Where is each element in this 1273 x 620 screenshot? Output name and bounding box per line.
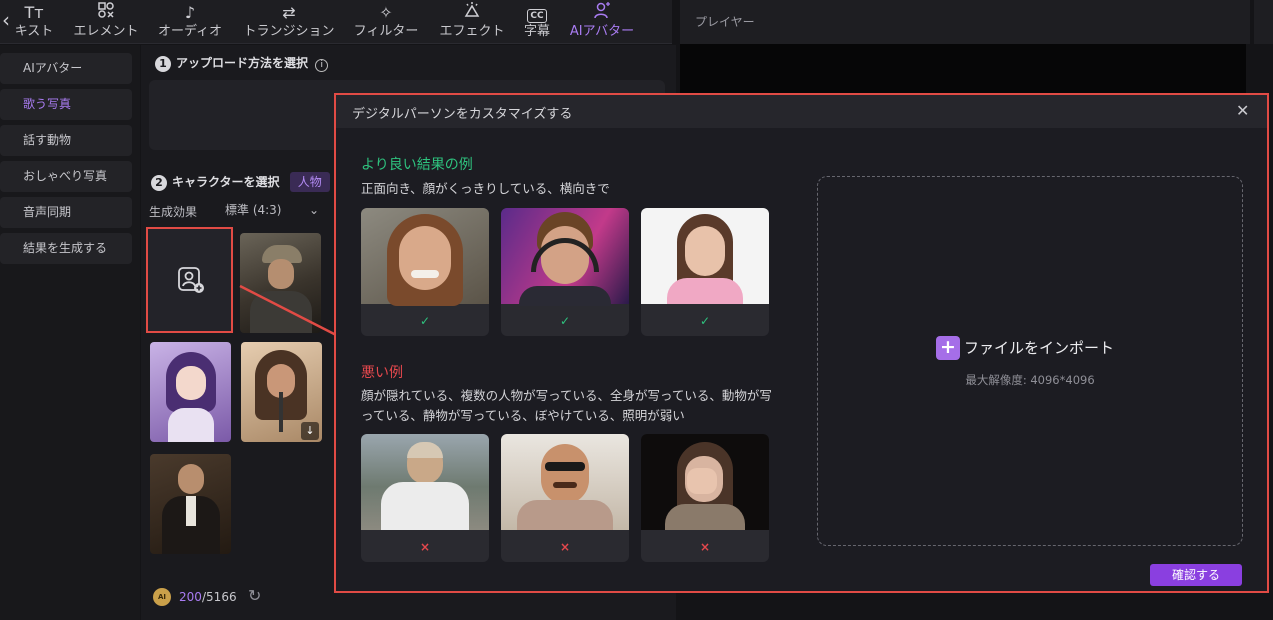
file-drop-zone[interactable]: + ファイルをインポート 最大解像度: 4096*4096	[817, 176, 1243, 546]
cross-icon: ×	[559, 540, 571, 554]
sidebar-item-generate-result[interactable]: 結果を生成する	[0, 233, 132, 264]
tab-text[interactable]: Tт キスト	[14, 0, 54, 44]
effect-select[interactable]: 標準 (4:3) ⌄	[215, 199, 327, 221]
add-portrait-icon	[176, 265, 206, 299]
bad-example-card: ×	[641, 434, 769, 562]
good-examples-desc: 正面向き、顔がくっきりしている、横向きで	[361, 181, 610, 196]
cross-icon: ×	[419, 540, 431, 554]
character-thumb[interactable]	[150, 342, 231, 442]
credit-badge-icon: AI	[153, 588, 171, 606]
player-header-edge	[1254, 0, 1273, 44]
character-thumb[interactable]: ↓	[241, 342, 322, 442]
check-icon: ✓	[699, 314, 711, 328]
example-photo	[641, 208, 769, 304]
transition-arrows-icon: ⇄	[282, 3, 296, 22]
credits-used: 200	[179, 590, 202, 604]
example-photo	[501, 434, 629, 530]
good-example-card: ✓	[641, 208, 769, 336]
credits-total: /5166	[202, 590, 237, 604]
cross-icon: ×	[699, 540, 711, 554]
tab-audio[interactable]: ♪ オーディオ	[155, 0, 225, 44]
sidebar-item-singing-photo[interactable]: 歌う写真	[0, 89, 132, 120]
bad-examples-title: 悪い例	[361, 365, 403, 381]
tab-effect[interactable]: エフェクト	[437, 0, 507, 44]
check-icon: ✓	[559, 314, 571, 328]
sidebar-item-ai-avatar[interactable]: AIアバター	[0, 53, 132, 84]
example-photo	[361, 434, 489, 530]
add-character-button[interactable]	[146, 227, 233, 333]
tab-elements[interactable]: エレメント	[72, 0, 140, 44]
cc-icon: CC	[521, 0, 553, 24]
bad-example-card: ×	[361, 434, 489, 562]
sidebar-item-chatty-photo[interactable]: おしゃべり写真	[0, 161, 132, 192]
good-examples-title: より良い結果の例	[361, 157, 473, 173]
tab-transition[interactable]: ⇄ トランジション	[242, 0, 336, 44]
import-file-button[interactable]: + ファイルをインポート	[936, 335, 1136, 361]
info-icon[interactable]: i	[315, 59, 329, 72]
sidebar-item-lip-sync[interactable]: 音声同期	[0, 197, 132, 228]
refresh-icon[interactable]: ↻	[248, 586, 261, 605]
tab-subtitle[interactable]: CC 字幕	[521, 0, 553, 44]
check-icon: ✓	[419, 314, 431, 328]
max-resolution-hint: 最大解像度: 4096*4096	[965, 373, 1095, 387]
player-header: プレイヤー	[680, 0, 1250, 44]
elements-icon	[72, 0, 140, 24]
step2-title: 2 キャラクターを選択 人物	[151, 172, 330, 192]
sidebar-item-talking-animal[interactable]: 話す動物	[0, 125, 132, 156]
music-note-icon: ♪	[184, 3, 196, 22]
feature-toolbar: ‹ Tт キスト エレメント ♪ オーディオ ⇄ トランジション ✧ フィルター…	[0, 0, 672, 44]
good-example-card: ✓	[361, 208, 489, 336]
tab-filter[interactable]: ✧ フィルター	[352, 0, 420, 44]
player-title: プレイヤー	[695, 15, 755, 29]
bad-examples-desc: 顔が隠れている、複数の人物が写っている、全身が写っている、動物が写っている、静物…	[361, 388, 772, 423]
customize-digital-person-dialog: デジタルパーソンをカスタマイズする ✕ より良い結果の例 正面向き、顔がくっきり…	[334, 93, 1269, 593]
tab-ai-avatar[interactable]: AIアバター	[567, 0, 637, 44]
avatar-icon	[567, 0, 637, 24]
text-icon: Tт	[24, 3, 44, 22]
sparkle-icon: ✧	[379, 3, 393, 22]
effect-icon	[437, 0, 507, 24]
import-file-label: ファイルをインポート	[964, 339, 1115, 357]
confirm-button[interactable]: 確認する	[1150, 564, 1242, 586]
chevron-down-icon: ⌄	[309, 203, 320, 217]
category-sidebar: AIアバター 歌う写真 話す動物 おしゃべり写真 音声同期 結果を生成する	[0, 45, 140, 620]
effect-label: 生成効果	[149, 205, 198, 219]
character-type-tag[interactable]: 人物	[289, 172, 330, 192]
character-thumb[interactable]	[150, 454, 231, 554]
step1-title: 1 アップロード方法を選択 i	[155, 54, 329, 72]
dialog-title: デジタルパーソンをカスタマイズする	[352, 107, 573, 122]
close-icon[interactable]: ✕	[1236, 101, 1249, 120]
example-photo	[641, 434, 769, 530]
download-icon[interactable]: ↓	[301, 422, 319, 440]
example-photo	[501, 208, 629, 306]
back-chevron-icon[interactable]: ‹	[2, 8, 10, 32]
plus-icon: +	[936, 336, 960, 360]
bad-example-card: ×	[501, 434, 629, 562]
good-example-card: ✓	[501, 208, 629, 336]
dialog-header: デジタルパーソンをカスタマイズする ✕	[336, 95, 1267, 128]
example-photo	[361, 208, 489, 306]
